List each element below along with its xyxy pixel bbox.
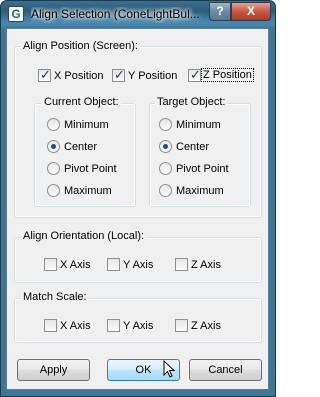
orientation-z-axis-label[interactable]: Z Axis [191,259,221,271]
y-position-label[interactable]: Y Position [128,70,177,82]
window-title: Align Selection (ConeLightBul... [31,7,200,21]
orientation-x-axis-label[interactable]: X Axis [60,259,91,271]
radio-selected-dot [163,144,168,149]
x-position-label[interactable]: X Position [54,70,104,82]
title-bar[interactable]: G Align Selection (ConeLightBul... ? X [1,1,275,29]
radio-selected-dot [51,144,56,149]
current-pivot-point-radio[interactable] [47,162,60,175]
current-object-label: Current Object: [42,96,121,108]
z-position-checkbox[interactable]: ✓ [188,67,201,82]
current-maximum-label[interactable]: Maximum [64,185,112,197]
target-pivot-point-radio[interactable] [159,162,172,175]
dialog-client-area: Align Position (Screen): ✓ X Position ✓ … [6,28,269,390]
close-button[interactable]: X [231,2,271,21]
scale-z-axis-checkbox[interactable] [175,319,188,332]
x-position-checkbox[interactable]: ✓ [38,67,51,82]
app-icon: G [8,6,24,22]
cancel-button[interactable]: Cancel [189,359,262,381]
target-maximum-label[interactable]: Maximum [176,185,224,197]
current-maximum-radio[interactable] [47,184,60,197]
checkmark-icon: ✓ [40,67,51,82]
current-center-label[interactable]: Center [64,141,97,153]
target-object-label: Target Object: [155,96,228,108]
y-position-checkbox[interactable]: ✓ [112,67,125,82]
scale-z-axis-label[interactable]: Z Axis [191,320,221,332]
current-pivot-point-label[interactable]: Pivot Point [64,163,117,175]
target-center-radio[interactable] [159,140,172,153]
arrow-cursor-icon [163,360,176,378]
orientation-x-axis-checkbox[interactable] [44,258,57,271]
align-orientation-label: Align Orientation (Local): [21,230,147,242]
orientation-z-axis-checkbox[interactable] [175,258,188,271]
target-minimum-label[interactable]: Minimum [176,119,221,131]
target-pivot-point-label[interactable]: Pivot Point [176,163,229,175]
orientation-y-axis-checkbox[interactable] [107,258,120,271]
match-scale-label: Match Scale: [21,291,89,303]
apply-button[interactable]: Apply [17,359,90,381]
help-button[interactable]: ? [209,2,231,21]
target-maximum-radio[interactable] [159,184,172,197]
scale-y-axis-checkbox[interactable] [107,319,120,332]
current-minimum-label[interactable]: Minimum [64,119,109,131]
scale-y-axis-label[interactable]: Y Axis [123,320,153,332]
current-minimum-radio[interactable] [47,118,60,131]
align-position-label: Align Position (Screen): [21,40,140,52]
checkmark-icon: ✓ [114,67,125,82]
scale-x-axis-checkbox[interactable] [44,319,57,332]
scale-x-axis-label[interactable]: X Axis [60,320,91,332]
target-minimum-radio[interactable] [159,118,172,131]
z-position-label[interactable]: Z Position [201,68,254,82]
checkmark-icon: ✓ [190,67,201,82]
current-center-radio[interactable] [47,140,60,153]
target-center-label[interactable]: Center [176,141,209,153]
orientation-y-axis-label[interactable]: Y Axis [123,259,153,271]
